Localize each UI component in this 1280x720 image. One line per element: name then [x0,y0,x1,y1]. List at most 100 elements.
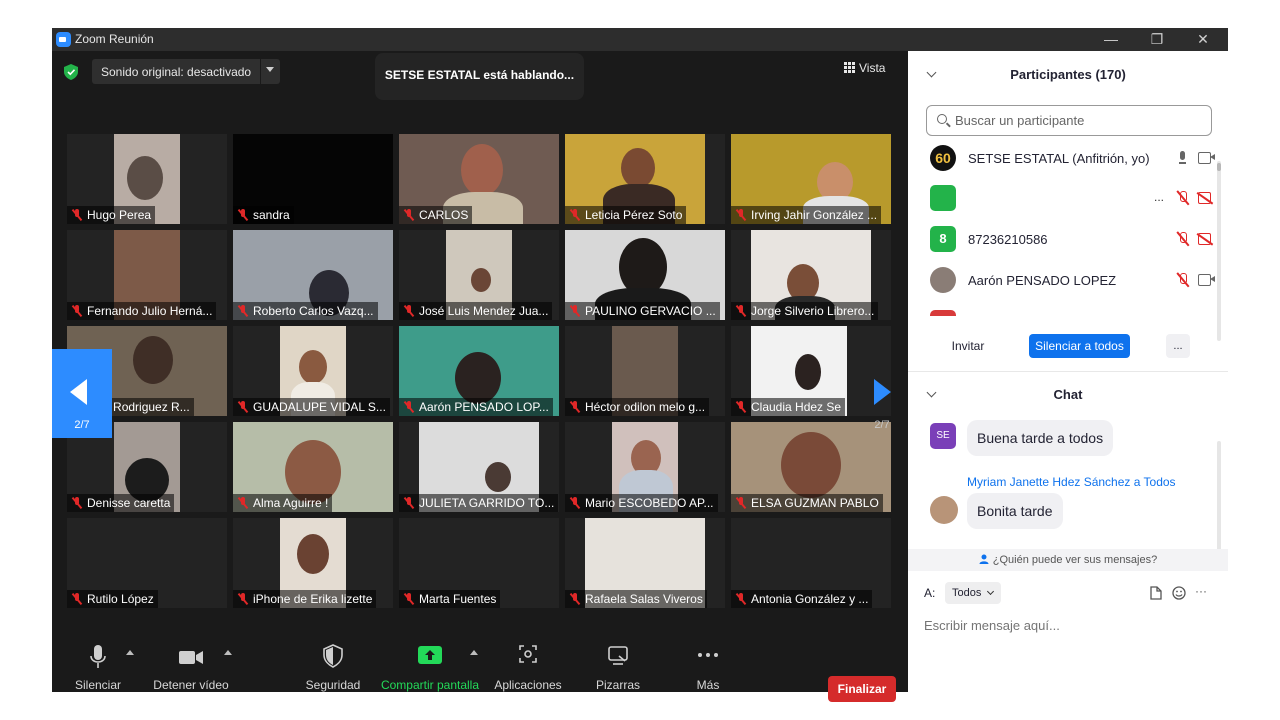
muted-mic-icon [735,593,747,605]
participant-silhouette [461,144,503,196]
close-button[interactable]: ✕ [1180,28,1226,51]
tile-name-label: Claudia Hdez Se [731,398,846,416]
video-camera-icon [179,651,203,664]
muted-mic-icon[interactable] [1176,190,1190,206]
video-tile[interactable]: Alma Aguirre ! [233,422,393,512]
recipient-dropdown[interactable]: Todos [945,582,1001,604]
share-screen-button[interactable]: Compartir pantalla [380,644,480,692]
arrow-left-icon [70,379,87,405]
video-camera-icon[interactable] [1198,152,1215,164]
previous-page-button[interactable]: 2/7 [52,349,112,438]
video-tile[interactable]: GUADALUPE VIDAL S... [233,326,393,416]
video-tile[interactable]: CARLOS [399,134,559,224]
minimize-button[interactable]: — [1088,28,1134,51]
person-question-icon [979,554,989,564]
video-tile[interactable]: Marta Fuentes [399,518,559,608]
muted-mic-icon [403,593,415,605]
chat-more-button[interactable]: ··· [1195,584,1207,598]
muted-mic-icon[interactable] [1176,272,1190,288]
chat-privacy-notice[interactable]: ¿Quién puede ver sus mensajes? [908,549,1228,571]
tile-name-label: PAULINO GERVACIO ... [565,302,720,320]
muted-mic-icon [403,497,415,509]
muted-mic-icon [735,401,747,413]
whiteboards-button[interactable]: Pizarras [590,644,646,692]
meeting-stage: Sonido original: desactivado SETSE ESTAT… [52,51,908,702]
video-tile[interactable]: Fernando Julio Herná... [67,230,227,320]
muted-mic-icon [237,593,249,605]
video-tile[interactable]: sandra [233,134,393,224]
video-tile[interactable]: iPhone de Erika lizette [233,518,393,608]
next-page-button[interactable]: 2/7 [862,349,902,438]
microphone-icon[interactable] [1176,150,1188,166]
video-tile[interactable]: Mario ESCOBEDO AP... [565,422,725,512]
video-tile[interactable]: Leticia Pérez Soto [565,134,725,224]
security-button[interactable]: Seguridad [304,644,362,692]
muted-mic-icon [569,401,581,413]
participant-silhouette [621,148,655,188]
video-tile[interactable]: Irving Jahir González ... [731,134,891,224]
muted-mic-icon [237,209,249,221]
participant-silhouette [485,462,511,492]
chat-sender: Myriam Janette Hdez Sánchez a Todos [967,475,1176,489]
muted-mic-icon [237,401,249,413]
encryption-shield-icon[interactable] [64,64,78,80]
mute-button[interactable]: Silenciar [72,644,124,692]
video-options-caret[interactable] [224,650,232,655]
chat-message: Bonita tarde [967,493,1063,529]
video-off-icon[interactable] [1198,233,1215,245]
audio-options-caret[interactable] [126,650,134,655]
tile-name-label: Rutilo López [67,590,158,608]
tile-name-label: Antonia González y ... [731,590,873,608]
muted-mic-icon [237,497,249,509]
video-tile[interactable]: Rutilo López [67,518,227,608]
apps-button[interactable]: Aplicaciones [492,644,564,692]
video-tile[interactable]: Rafaela Salas Viveros [565,518,725,608]
tile-name-label: Jorge Silverio Librero... [731,302,879,320]
emoji-icon[interactable] [1172,586,1186,600]
video-tile[interactable]: Antonia González y ... [731,518,891,608]
video-off-icon[interactable] [1198,192,1215,204]
tile-name-label: ELSA GUZMAN PABLO [731,494,883,512]
participant-row[interactable]: 8 87236210586 [926,225,1216,255]
original-sound-label: Sonido original: desactivado [101,65,252,79]
participant-silhouette [127,156,163,200]
end-meeting-button[interactable]: Finalizar [828,676,896,702]
participants-scrollbar[interactable] [1217,161,1221,341]
video-tile[interactable]: José Luis Mendez Jua... [399,230,559,320]
caret-down-icon[interactable] [266,67,274,72]
participant-row[interactable]: Aarón PENSADO LOPEZ [926,266,1216,296]
video-tile[interactable]: Roberto Carlos Vazq... [233,230,393,320]
original-sound-dropdown[interactable]: Sonido original: desactivado [92,59,280,84]
share-options-caret[interactable] [470,650,478,655]
share-screen-icon [418,646,442,664]
participant-row[interactable]: ... [926,184,1216,214]
mute-all-button[interactable]: Silenciar a todos [1029,334,1130,358]
file-icon[interactable] [1150,586,1162,600]
stop-video-button[interactable]: Detener vídeo [152,644,230,692]
restore-button[interactable]: ❐ [1134,28,1180,51]
muted-mic-icon[interactable] [1176,231,1190,247]
tile-name-label: Hugo Perea [67,206,156,224]
video-tile[interactable]: Héctor odilon melo g... [565,326,725,416]
muted-mic-icon [735,497,747,509]
microphone-icon [90,645,106,668]
video-tile[interactable]: Jorge Silverio Librero... [731,230,891,320]
panel-divider [908,371,1228,372]
video-tile[interactable]: Aarón PENSADO LOP... [399,326,559,416]
participant-silhouette [471,268,491,292]
participant-silhouette [299,350,327,384]
tile-name-label: Fernando Julio Herná... [67,302,217,320]
invite-button[interactable]: Invitar [945,334,991,358]
chat-message-input[interactable] [924,613,1214,637]
video-tile[interactable]: JULIETA GARRIDO TO... [399,422,559,512]
tile-name-label: iPhone de Erika lizette [233,590,377,608]
video-tile[interactable]: PAULINO GERVACIO ... [565,230,725,320]
more-options-button[interactable]: ... [1166,334,1190,358]
tile-name-label: CARLOS [399,206,473,224]
video-camera-icon[interactable] [1198,274,1215,286]
view-button[interactable]: Vista [844,61,885,75]
more-button[interactable]: Más [688,644,728,692]
participant-row[interactable]: 60 SETSE ESTATAL (Anfitrión, yo) [926,144,1216,174]
participant-search-input[interactable]: Buscar un participante [926,105,1212,136]
video-tile[interactable]: Hugo Perea [67,134,227,224]
